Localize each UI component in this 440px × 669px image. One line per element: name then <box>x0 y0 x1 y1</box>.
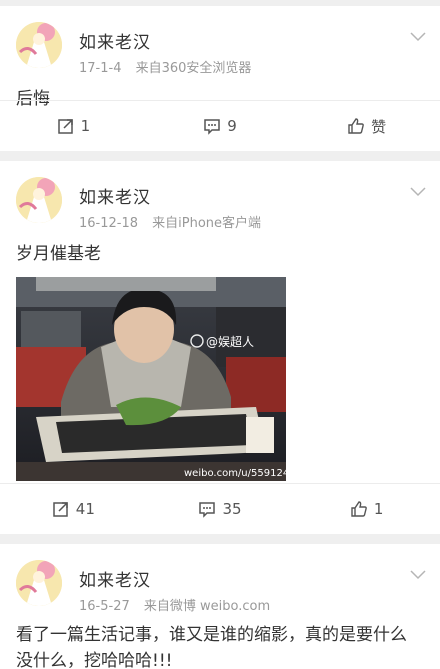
chevron-down-icon[interactable] <box>410 570 426 580</box>
action-bar: 1 9 赞 <box>0 100 440 151</box>
post-source: 来自360安全浏览器 <box>135 61 252 76</box>
chevron-down-icon[interactable] <box>410 32 426 42</box>
username[interactable]: 如来老汉 <box>79 183 151 208</box>
post-date: 16-12-18 <box>79 216 139 231</box>
post-photo[interactable]: @娱超人 weibo.com/u/559124 <box>16 277 286 481</box>
post-header: 如来老汉 16-12-18 来自iPhone客户端 <box>0 161 440 231</box>
card-divider <box>0 534 440 544</box>
comment-button[interactable]: 35 <box>147 484 294 534</box>
repost-count: 1 <box>80 117 91 135</box>
repost-icon <box>57 119 73 134</box>
comment-count: 9 <box>227 117 237 135</box>
card-divider <box>0 151 440 161</box>
post-date: 16-5-27 <box>79 599 130 614</box>
repost-button[interactable]: 41 <box>0 484 147 534</box>
chevron-down-icon[interactable] <box>410 187 426 197</box>
post-source: 来自微博 weibo.com <box>143 599 271 614</box>
avatar[interactable] <box>16 177 62 223</box>
watermark-handle: @娱超人 <box>206 334 254 349</box>
post-date: 17-1-4 <box>79 61 122 76</box>
weibo-feed: 如来老汉 17-1-4 来自360安全浏览器 后悔 1 9 赞 如来老汉 16-… <box>0 0 440 669</box>
action-bar: 41 35 1 <box>0 483 440 534</box>
thumbs-up-icon <box>348 118 364 134</box>
repost-count: 41 <box>75 500 95 518</box>
like-count: 1 <box>373 500 384 518</box>
comment-button[interactable]: 9 <box>147 101 294 151</box>
avatar[interactable] <box>16 560 62 606</box>
post-meta: 16-12-18 来自iPhone客户端 <box>79 212 261 231</box>
post-header: 如来老汉 17-1-4 来自360安全浏览器 <box>0 6 440 76</box>
username[interactable]: 如来老汉 <box>79 566 151 591</box>
comment-count: 35 <box>222 500 242 518</box>
username[interactable]: 如来老汉 <box>79 28 151 53</box>
post-meta: 17-1-4 来自360安全浏览器 <box>79 57 251 76</box>
post-card[interactable]: 如来老汉 16-12-18 来自iPhone客户端 岁月催基老 @娱超人 wei… <box>0 161 440 534</box>
like-count: 赞 <box>371 117 387 136</box>
post-card[interactable]: 如来老汉 16-5-27 来自微博 weibo.com 看了一篇生活记事，谁又是… <box>0 544 440 669</box>
post-text: 岁月催基老 <box>16 244 101 264</box>
post-meta: 16-5-27 来自微博 weibo.com <box>79 595 270 614</box>
comment-icon <box>199 502 216 518</box>
repost-icon <box>53 502 68 517</box>
like-button[interactable]: 赞 <box>293 101 440 151</box>
thumbs-up-icon <box>351 501 367 517</box>
post-text: 看了一篇生活记事，谁又是谁的缩影，真的是要什么没什么，挖哈哈哈!!! <box>16 625 407 669</box>
comment-icon <box>204 119 220 135</box>
post-source: 来自iPhone客户端 <box>152 216 262 231</box>
repost-button[interactable]: 1 <box>0 101 147 151</box>
like-button[interactable]: 1 <box>293 484 440 534</box>
avatar[interactable] <box>16 22 62 68</box>
watermark-url: weibo.com/u/559124 <box>184 468 286 479</box>
post-header: 如来老汉 16-5-27 来自微博 weibo.com <box>0 544 440 614</box>
post-card[interactable]: 如来老汉 17-1-4 来自360安全浏览器 后悔 1 9 赞 <box>0 6 440 151</box>
